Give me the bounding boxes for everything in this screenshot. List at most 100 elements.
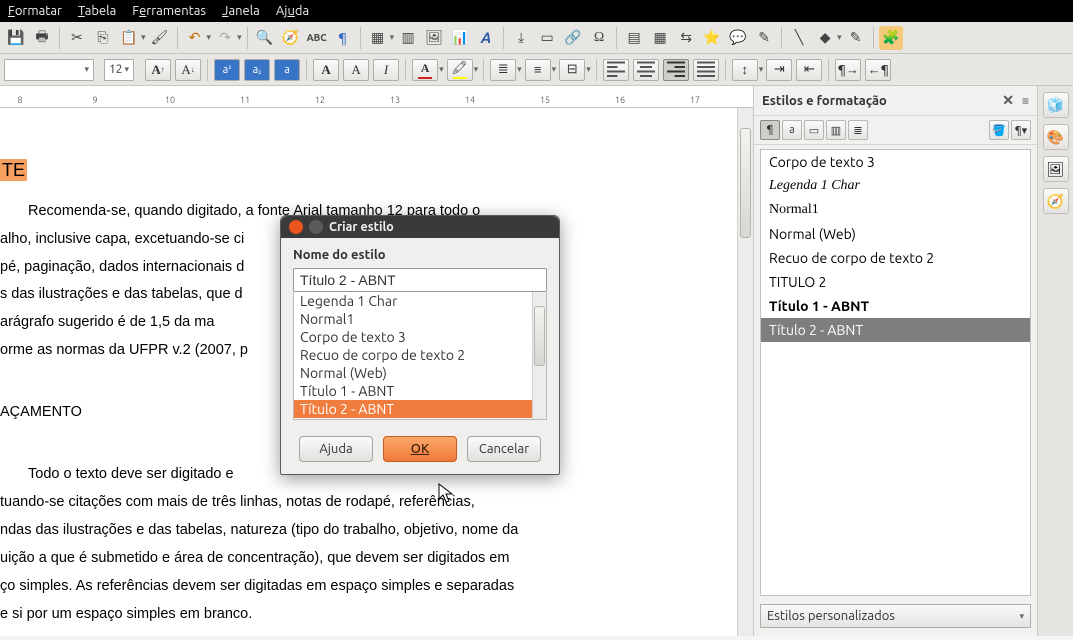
bullets-icon[interactable]: ≣ (490, 59, 516, 81)
shapes-icon[interactable]: ◆ (813, 26, 837, 50)
vertical-scrollbar[interactable] (737, 108, 753, 636)
format-paintbrush-icon[interactable]: 🖌 (148, 26, 172, 50)
table-icon[interactable]: ▦ (366, 26, 390, 50)
superscript-icon[interactable]: a² (214, 59, 240, 81)
line-spacing-dropdown[interactable]: ▾ (759, 64, 764, 75)
numbering-dropdown[interactable]: ▾ (552, 64, 557, 75)
style-row[interactable]: Corpo de texto 3 (761, 150, 1030, 174)
existing-styles-list[interactable]: Legenda 1 Char Normal1 Corpo de texto 3 … (293, 292, 547, 420)
highlight-color-icon[interactable]: 🖍 (447, 59, 473, 81)
cross-reference-icon[interactable]: ⇆ (674, 26, 698, 50)
menu-janela[interactable]: Janela (222, 4, 260, 18)
page-styles-icon[interactable]: ▥ (826, 120, 846, 140)
style-row[interactable]: TITULO 2 (761, 270, 1030, 294)
list-item[interactable]: Título 1 - ABNT (294, 382, 546, 400)
undo-icon[interactable]: ↶ (183, 26, 207, 50)
subscript-icon[interactable]: a₂ (244, 59, 270, 81)
body-text[interactable]: ço simples. As referências devem ser dig… (0, 575, 749, 599)
redo-dropdown[interactable]: ▾ (237, 32, 242, 43)
body-text[interactable]: tuando-se citações com mais de três linh… (0, 491, 749, 515)
panel-close-icon[interactable]: ✕ (1002, 92, 1014, 109)
header-icon[interactable]: ▤ (622, 26, 646, 50)
italic-icon[interactable]: I (373, 59, 399, 81)
fontwork-icon[interactable]: A (474, 26, 498, 50)
columns-icon[interactable]: ▥ (396, 26, 420, 50)
selected-text[interactable]: TE (0, 159, 27, 181)
character-styles-icon[interactable]: a (782, 120, 802, 140)
undo-dropdown[interactable]: ▾ (207, 32, 212, 43)
align-justify-icon[interactable] (693, 59, 719, 81)
styles-list[interactable]: Corpo de texto 3 Legenda 1 Char Normal1 … (760, 149, 1031, 596)
font-size-combo[interactable]: 12▾ (104, 59, 134, 81)
menu-tabela[interactable]: Tabela (78, 4, 116, 18)
save-icon[interactable]: 💾 (4, 26, 28, 50)
chart-icon[interactable]: 📊 (448, 26, 472, 50)
track-changes-icon[interactable]: ✎ (752, 26, 776, 50)
body-text[interactable]: e si por um espaço simples em branco. (0, 603, 749, 627)
panel-menu-icon[interactable]: ≡ (1022, 94, 1029, 108)
style-row[interactable]: Título 1 - ABNT (761, 294, 1030, 318)
increase-font-icon[interactable]: A↑ (145, 59, 171, 81)
redo-icon[interactable]: ↷ (213, 26, 237, 50)
line-spacing-icon[interactable]: ↕ (732, 59, 758, 81)
draw-icon[interactable]: ✎ (844, 26, 868, 50)
font-color-dropdown[interactable]: ▾ (439, 64, 444, 75)
fill-format-icon[interactable]: 🪣 (989, 120, 1009, 140)
paste-icon[interactable]: 📋 (117, 26, 141, 50)
new-style-dropdown-icon[interactable]: ¶▾ (1011, 120, 1031, 140)
outline-icon[interactable]: A (343, 59, 369, 81)
increase-indent-icon[interactable]: ⇥ (766, 59, 792, 81)
align-left-icon[interactable] (603, 59, 629, 81)
list-item[interactable]: Legenda 1 Char (294, 292, 546, 310)
align-right-icon[interactable] (663, 59, 689, 81)
style-row[interactable]: Normal1 (761, 198, 1030, 222)
frame-styles-icon[interactable]: ▭ (804, 120, 824, 140)
style-filter-combo[interactable]: Estilos personalizados ▾ (760, 604, 1031, 628)
style-row-selected[interactable]: Título 2 - ABNT (761, 318, 1030, 342)
image-icon[interactable]: 🖼 (422, 26, 446, 50)
font-color-icon[interactable]: A (412, 59, 438, 81)
align-center-icon[interactable] (633, 59, 659, 81)
scrollbar-thumb[interactable] (534, 306, 545, 366)
outline-list-icon[interactable]: ⊟ (559, 59, 585, 81)
ok-button[interactable]: OK (383, 436, 457, 462)
field-icon[interactable]: ▭ (535, 26, 559, 50)
scrollbar-thumb[interactable] (740, 128, 751, 238)
cancel-button[interactable]: Cancelar (467, 436, 541, 462)
style-row[interactable]: Legenda 1 Char (761, 174, 1030, 198)
copy-icon[interactable]: ⎘ (91, 26, 115, 50)
list-item-selected[interactable]: Título 2 - ABNT (294, 400, 546, 418)
minimize-window-icon[interactable] (309, 220, 323, 234)
extension-icon[interactable]: 🧩 (879, 26, 903, 50)
navigator-icon[interactable]: 🧭 (279, 26, 303, 50)
menu-formatar[interactable]: Formatar (8, 4, 62, 18)
print-icon[interactable]: 🖶 (30, 26, 54, 50)
close-window-icon[interactable] (289, 220, 303, 234)
styles-tab-icon[interactable]: 🎨 (1043, 124, 1069, 150)
list-item[interactable]: Normal (Web) (294, 364, 546, 382)
body-text[interactable]: uição a que é submetido e área de concen… (0, 547, 749, 571)
cut-icon[interactable]: ✂ (65, 26, 89, 50)
char-style-icon[interactable]: a (274, 59, 300, 81)
body-text[interactable]: ndas das ilustrações e das tabelas, natu… (0, 519, 749, 543)
highlight-dropdown[interactable]: ▾ (474, 64, 479, 75)
decrease-indent-icon[interactable]: ⇤ (796, 59, 822, 81)
properties-tab-icon[interactable]: 🧊 (1043, 92, 1069, 118)
list-styles-icon[interactable]: ≣ (848, 120, 868, 140)
line-icon[interactable]: ╲ (787, 26, 811, 50)
style-name-input[interactable] (293, 268, 547, 292)
nonprinting-chars-icon[interactable]: ¶ (331, 26, 355, 50)
list-item[interactable]: Corpo de texto 3 (294, 328, 546, 346)
navigator-tab-icon[interactable]: 🧭 (1043, 188, 1069, 214)
spellcheck-icon[interactable]: ABC (305, 26, 329, 50)
decrease-font-icon[interactable]: A↓ (175, 59, 201, 81)
help-button[interactable]: Ajuda (299, 436, 373, 462)
footer-icon[interactable]: ▦ (648, 26, 672, 50)
horizontal-ruler[interactable]: 8 9 10 11 12 13 14 15 16 17 (0, 86, 753, 108)
style-row[interactable]: Recuo de corpo de texto 2 (761, 246, 1030, 270)
comment-icon[interactable]: 💬 (726, 26, 750, 50)
dialog-titlebar[interactable]: Criar estilo (281, 216, 559, 238)
bookmark-icon[interactable]: ⭐ (700, 26, 724, 50)
shapes-dropdown[interactable]: ▾ (837, 32, 842, 43)
paragraph-style-combo[interactable]: ▾ (4, 59, 94, 81)
